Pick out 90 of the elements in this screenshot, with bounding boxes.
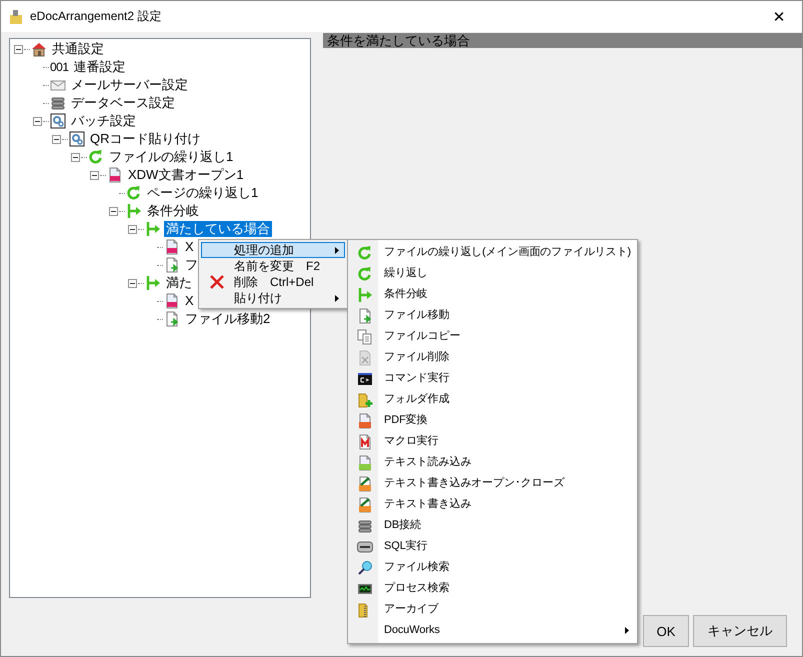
- menu-item[interactable]: マクロ実行: [350, 431, 635, 452]
- menu-item[interactable]: ファイルコピー: [350, 326, 635, 347]
- gear-icon: [69, 131, 85, 147]
- tree-item[interactable]: ファイル移動2: [183, 311, 272, 327]
- text-pencil-icon: [357, 496, 373, 512]
- counter-label: 001: [50, 60, 69, 74]
- expand-toggle[interactable]: [90, 170, 99, 180]
- app-icon: [10, 10, 22, 24]
- menu-item[interactable]: DB接続: [350, 515, 635, 536]
- menu-item[interactable]: 削除 Ctrl+Del: [201, 274, 345, 290]
- circular-arrow-icon: [357, 244, 373, 260]
- crossed-document-icon: [357, 350, 373, 366]
- menu-item[interactable]: PDF変換: [350, 410, 635, 431]
- tree-item[interactable]: ページの繰り返し1: [145, 185, 260, 201]
- tree-item[interactable]: 満た: [164, 275, 194, 291]
- menu-item[interactable]: 条件分岐: [350, 284, 635, 305]
- magnifier-icon: [357, 560, 373, 576]
- branch-arrow-icon: [126, 203, 142, 219]
- delete-icon: [209, 274, 225, 290]
- tree-item[interactable]: X: [183, 239, 196, 255]
- expand-toggle[interactable]: [14, 44, 23, 54]
- documents-icon: [357, 328, 373, 344]
- document-arrow-icon: [357, 308, 373, 324]
- close-button[interactable]: ✕: [756, 1, 802, 32]
- tree-item[interactable]: QRコード貼り付け: [88, 131, 202, 147]
- menu-item[interactable]: ファイル移動: [350, 305, 635, 326]
- menu-item[interactable]: テキスト書き込み: [350, 494, 635, 515]
- menu-item[interactable]: アーカイブ: [350, 599, 635, 620]
- tree-item[interactable]: フ: [183, 257, 200, 273]
- macro-document-icon: [357, 434, 373, 450]
- submenu-arrow-icon: [335, 246, 339, 254]
- circular-arrow-icon: [126, 185, 142, 201]
- expand-toggle[interactable]: [128, 224, 137, 234]
- gear-icon: [50, 113, 66, 129]
- menu-item[interactable]: フォルダ作成: [350, 389, 635, 410]
- tree-item[interactable]: データベース設定: [69, 95, 177, 111]
- menu-item[interactable]: DocuWorks: [350, 620, 635, 641]
- expand-toggle[interactable]: [109, 206, 118, 216]
- folder-plus-icon: [357, 392, 373, 408]
- circular-arrow-icon: [88, 149, 104, 165]
- circular-arrow-icon: [357, 266, 373, 282]
- submenu-arrow-icon: [625, 627, 629, 634]
- tree-item[interactable]: X: [183, 293, 196, 309]
- house-icon: [31, 41, 47, 57]
- menu-item[interactable]: テキスト書き込みオープン･クローズ: [350, 473, 635, 494]
- tree-item[interactable]: 満たしている場合: [164, 221, 272, 237]
- submenu-arrow-icon: [335, 294, 339, 302]
- menu-item[interactable]: 貼り付け: [201, 290, 345, 306]
- shortcut-label: F2: [306, 259, 320, 273]
- document-arrow-icon: [164, 257, 180, 273]
- menu-item[interactable]: ファイル削除: [350, 347, 635, 368]
- menu-item[interactable]: ファイル検索: [350, 557, 635, 578]
- document-icon: [164, 293, 180, 309]
- branch-arrow-icon: [357, 286, 373, 302]
- tree-item[interactable]: ファイルの繰り返し1: [107, 149, 236, 165]
- branch-arrow-icon: [145, 275, 161, 291]
- terminal-icon: [357, 370, 373, 386]
- text-pencil-icon: [357, 476, 373, 492]
- tree-item[interactable]: XDW文書オープン1: [126, 167, 246, 183]
- text-document-icon: [357, 454, 373, 470]
- database-icon: [357, 518, 373, 534]
- menu-item[interactable]: ファイルの繰り返し(メイン画面のファイルリスト): [350, 242, 635, 263]
- menu-item[interactable]: 処理の追加: [201, 242, 345, 258]
- ok-button[interactable]: OK: [643, 615, 689, 647]
- expand-toggle[interactable]: [33, 116, 42, 126]
- menu-item[interactable]: SQL実行: [350, 536, 635, 557]
- tree-item[interactable]: 条件分岐: [145, 203, 201, 219]
- branch-arrow-icon: [145, 221, 161, 237]
- expand-toggle[interactable]: [128, 278, 137, 288]
- menu-item[interactable]: 名前を変更 F2: [201, 258, 345, 274]
- tree-item[interactable]: メールサーバー設定: [69, 77, 190, 93]
- shortcut-label: Ctrl+Del: [270, 275, 314, 289]
- menu-item[interactable]: テキスト読み込み: [350, 452, 635, 473]
- document-icon: [164, 239, 180, 255]
- pdf-document-icon: [357, 412, 373, 428]
- sql-icon: [357, 538, 373, 554]
- window-title: eDocArrangement2 設定: [30, 8, 162, 25]
- database-icon: [50, 95, 66, 111]
- menu-item[interactable]: コマンド実行: [350, 368, 635, 389]
- expand-toggle[interactable]: [71, 152, 80, 162]
- document-arrow-icon: [164, 311, 180, 327]
- tree-item[interactable]: 共通設定: [50, 41, 106, 57]
- tree-item[interactable]: バッチ設定: [69, 113, 138, 129]
- menu-item[interactable]: プロセス検索: [350, 578, 635, 599]
- expand-toggle[interactable]: [52, 134, 61, 144]
- document-icon: [107, 167, 123, 183]
- tree-item[interactable]: 連番設定: [72, 59, 128, 75]
- cancel-button[interactable]: キャンセル: [693, 615, 787, 647]
- menu-item[interactable]: 繰り返し: [350, 263, 635, 284]
- panel-header: 条件を満たしている場合: [323, 33, 802, 48]
